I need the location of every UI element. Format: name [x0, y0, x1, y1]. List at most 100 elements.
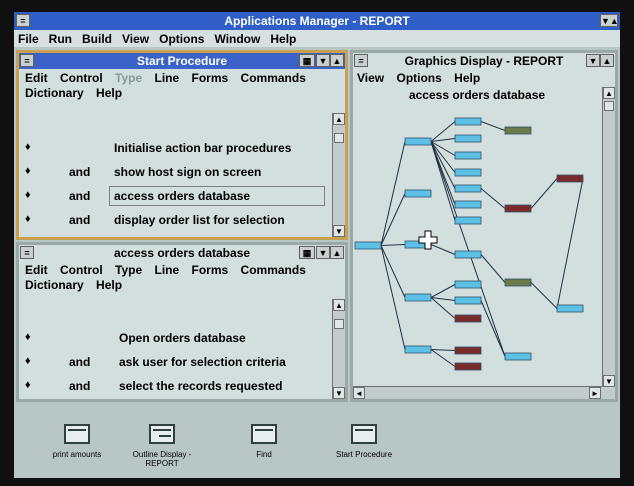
diagram-node[interactable] — [454, 168, 482, 177]
diagram-node[interactable] — [404, 293, 432, 302]
diagram-node[interactable] — [504, 126, 532, 135]
menu-line[interactable]: Line — [154, 71, 179, 85]
window-minimize-icon[interactable]: ▼ — [586, 54, 600, 67]
scroll-thumb[interactable] — [334, 319, 344, 329]
menu-options[interactable]: Options — [159, 32, 204, 46]
diagram-node[interactable] — [556, 304, 584, 313]
procedure-line[interactable]: ♦ and select the records requested — [19, 375, 331, 399]
menu-control[interactable]: Control — [60, 71, 103, 85]
diagram-node[interactable] — [404, 189, 432, 198]
diagram-node[interactable] — [454, 362, 482, 371]
diagram-node[interactable] — [454, 280, 482, 289]
graphics-display-title-bar[interactable]: = Graphics Display - REPORT ▼ ▲ — [353, 53, 615, 69]
minimize-maximize-icon[interactable]: ▼▲ — [600, 14, 619, 27]
diagram-node[interactable] — [504, 352, 532, 361]
scroll-right-icon[interactable]: ► — [589, 387, 601, 399]
diagram-node[interactable] — [404, 345, 432, 354]
menu-file[interactable]: File — [18, 32, 39, 46]
diagram-node[interactable] — [454, 314, 482, 323]
menu-window[interactable]: Window — [214, 32, 260, 46]
icon-label: print amounts — [52, 450, 102, 459]
outline-display-icon[interactable]: Outline Display - REPORT — [122, 424, 202, 468]
scroll-up-icon[interactable]: ▲ — [603, 87, 615, 99]
diagram-node[interactable] — [454, 296, 482, 305]
window-maximize-icon[interactable]: ▲ — [600, 54, 614, 67]
window-grid-icon[interactable]: ▦ — [299, 246, 315, 259]
graphics-hscroll[interactable]: ◄ ► — [353, 386, 615, 399]
start-procedure-vscroll[interactable]: ▲ ▼ — [332, 113, 345, 237]
menu-run[interactable]: Run — [49, 32, 72, 46]
access-orders-title: access orders database — [113, 246, 251, 260]
menu-options[interactable]: Options — [396, 71, 441, 85]
system-menu-icon[interactable]: = — [16, 14, 30, 27]
diagram-node[interactable] — [454, 117, 482, 126]
menu-commands[interactable]: Commands — [241, 263, 306, 277]
diagram-node[interactable] — [556, 174, 584, 183]
diagram-edge — [380, 193, 406, 246]
procedure-line[interactable]: ♦ and ask user for selection criteria — [19, 351, 331, 375]
window-icon — [351, 424, 377, 444]
scroll-left-icon[interactable]: ◄ — [353, 387, 365, 399]
menu-help[interactable]: Help — [96, 86, 122, 100]
diagram-node[interactable] — [504, 278, 532, 287]
menu-dictionary[interactable]: Dictionary — [25, 86, 84, 100]
procedure-line[interactable]: ♦ Open orders database — [19, 327, 331, 351]
find-icon[interactable]: Find — [234, 424, 294, 459]
diagram-node[interactable] — [454, 346, 482, 355]
menu-commands[interactable]: Commands — [241, 71, 306, 85]
icon-label: Start Procedure — [335, 450, 393, 459]
window-menu-icon[interactable]: = — [20, 246, 34, 259]
window-minimize-icon[interactable]: ▼ — [316, 54, 330, 67]
diagram-node[interactable] — [454, 250, 482, 259]
print-amounts-icon[interactable]: print amounts — [42, 424, 112, 459]
diagram-node[interactable] — [354, 241, 382, 250]
diagram-node[interactable] — [454, 151, 482, 160]
procedure-line[interactable]: ♦ and show host sign on screen — [19, 161, 331, 185]
window-menu-icon[interactable]: = — [354, 54, 368, 67]
diagram-node[interactable] — [454, 134, 482, 143]
window-icon — [251, 424, 277, 444]
menu-forms[interactable]: Forms — [192, 71, 229, 85]
menu-type[interactable]: Type — [115, 71, 142, 85]
scroll-down-icon[interactable]: ▼ — [333, 225, 345, 237]
diagram-node[interactable] — [454, 200, 482, 209]
menu-view[interactable]: View — [357, 71, 384, 85]
scroll-down-icon[interactable]: ▼ — [333, 387, 345, 399]
app-title-bar[interactable]: = Applications Manager - REPORT ▼▲ — [14, 12, 620, 30]
diagram-node[interactable] — [454, 216, 482, 225]
menu-edit[interactable]: Edit — [25, 263, 48, 277]
procedure-line[interactable]: ♦ and display order list for selection — [19, 209, 331, 233]
diagram-node[interactable] — [504, 204, 532, 213]
start-procedure-icon[interactable]: Start Procedure — [324, 424, 404, 459]
menu-dictionary[interactable]: Dictionary — [25, 278, 84, 292]
procedure-line[interactable]: ♦ Initialise action bar procedures — [19, 137, 331, 161]
scroll-up-icon[interactable]: ▲ — [333, 113, 345, 125]
diagram-node[interactable] — [404, 137, 432, 146]
menu-edit[interactable]: Edit — [25, 71, 48, 85]
graphics-vscroll[interactable]: ▲ ▼ — [602, 87, 615, 387]
menu-line[interactable]: Line — [154, 263, 179, 277]
window-maximize-icon[interactable]: ▲ — [330, 246, 344, 259]
procedure-line-selected[interactable]: ♦ and access orders database — [19, 185, 331, 209]
menu-type[interactable]: Type — [115, 263, 142, 277]
menu-build[interactable]: Build — [82, 32, 112, 46]
menu-help[interactable]: Help — [270, 32, 296, 46]
window-maximize-icon[interactable]: ▲ — [330, 54, 344, 67]
scroll-thumb[interactable] — [604, 101, 614, 111]
access-orders-vscroll[interactable]: ▲ ▼ — [332, 299, 345, 399]
diagram-node[interactable] — [454, 184, 482, 193]
menu-forms[interactable]: Forms — [192, 263, 229, 277]
menu-help[interactable]: Help — [96, 278, 122, 292]
start-procedure-title-bar[interactable]: = Start Procedure ▦ ▼ ▲ — [19, 53, 345, 69]
menu-help[interactable]: Help — [454, 71, 480, 85]
window-minimize-icon[interactable]: ▼ — [316, 246, 330, 259]
scroll-up-icon[interactable]: ▲ — [333, 299, 345, 311]
structure-diagram[interactable] — [353, 103, 601, 388]
scroll-thumb[interactable] — [334, 133, 344, 143]
access-orders-title-bar[interactable]: = access orders database ▦ ▼ ▲ — [19, 245, 345, 261]
window-menu-icon[interactable]: = — [20, 54, 34, 67]
window-grid-icon[interactable]: ▦ — [299, 54, 315, 67]
diagram-edge — [380, 244, 406, 246]
menu-control[interactable]: Control — [60, 263, 103, 277]
menu-view[interactable]: View — [122, 32, 149, 46]
